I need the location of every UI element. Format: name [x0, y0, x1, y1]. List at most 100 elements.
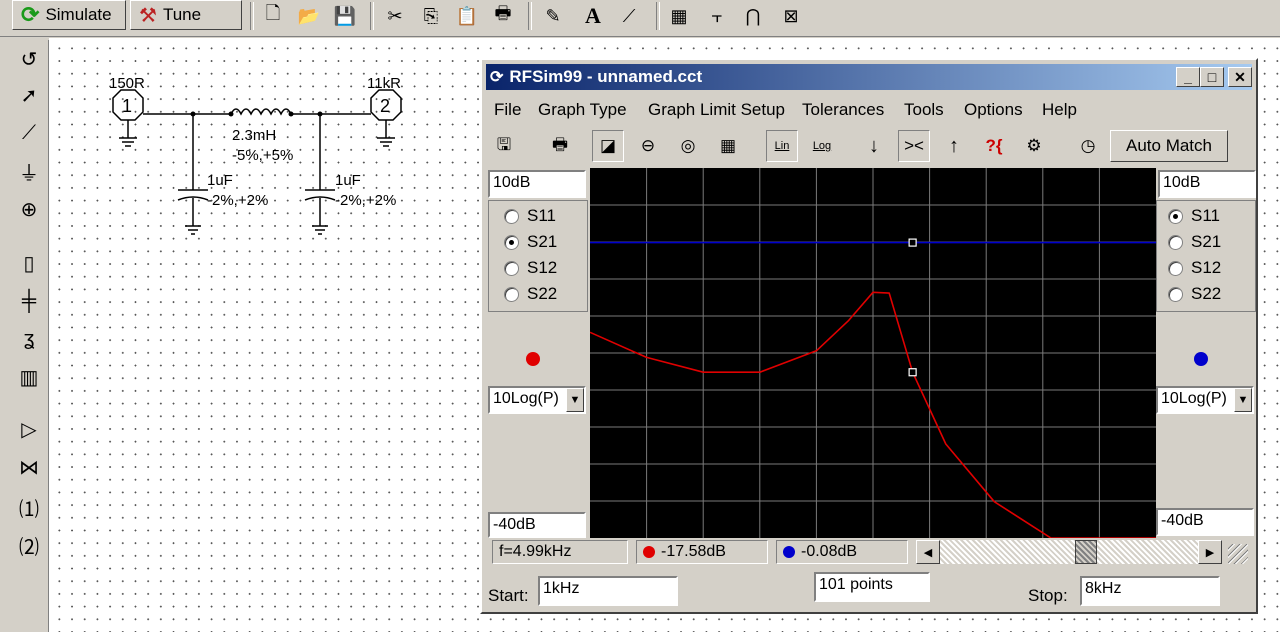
scroll-thumb[interactable]	[1074, 540, 1097, 564]
paste-icon[interactable]: 📋	[454, 4, 480, 28]
left-top-limit-field[interactable]: 10dB	[488, 170, 586, 198]
inductor-tolerance: -5%,+5%	[232, 147, 294, 164]
radio-label: S22	[1191, 284, 1222, 303]
start-frequency-field[interactable]: 1kHz	[538, 576, 678, 606]
open-folder-icon[interactable]: 📂	[296, 4, 322, 28]
marker-s21[interactable]	[908, 368, 917, 377]
print-graph-icon[interactable]: 🖶	[544, 130, 576, 162]
capacitor2-value: 1uF	[335, 172, 361, 189]
simulate-button[interactable]: ⟳ Simulate	[12, 0, 126, 30]
left-radio-s22[interactable]: S22	[504, 284, 557, 304]
wire-icon[interactable]: ⟋	[14, 118, 44, 148]
stop-label: Stop:	[1028, 586, 1068, 605]
main-toolbar: ⟳ Simulate ⚒ Tune 🗋 📂 💾 ✂ ⎘ 📋 🖶 ✎ A ⟋ ▦ …	[0, 0, 1280, 37]
right-radio-s22[interactable]: S22	[1168, 284, 1221, 304]
left-radio-s12[interactable]: S12	[504, 258, 557, 278]
auto-match-button[interactable]: Auto Match	[1110, 130, 1228, 162]
radio-indicator	[504, 234, 519, 250]
rectangular-graph-icon[interactable]: ◪	[592, 130, 624, 162]
port1-number: 1	[122, 96, 133, 116]
rfsim-window: ⟳ RFSim99 - unnamed.cct _ □ ✕ File Graph…	[480, 58, 1258, 614]
menu-graph-limit-setup[interactable]: Graph Limit Setup	[648, 100, 785, 120]
table-view-icon[interactable]: ▦	[712, 130, 744, 162]
pointer-icon[interactable]: ➚	[14, 80, 44, 110]
frequency-scrollbar[interactable]: ◀ ▶	[916, 540, 1222, 564]
right-bottom-limit-field[interactable]: -40dB	[1156, 508, 1254, 536]
stop-frequency-field[interactable]: 8kHz	[1080, 576, 1220, 606]
filter-icon[interactable]: ⫟	[704, 4, 730, 28]
copy-icon[interactable]: ⎘	[418, 4, 444, 28]
line-draw-icon[interactable]: ⟋	[616, 4, 642, 28]
pen-icon[interactable]: ✎	[540, 4, 566, 28]
port1-icon[interactable]: ⑴	[14, 492, 44, 522]
close-button[interactable]: ✕	[1228, 67, 1252, 87]
text-icon[interactable]: A	[580, 3, 606, 28]
maximize-button[interactable]: □	[1200, 67, 1224, 87]
export-icon[interactable]: 🖫	[488, 130, 520, 162]
blue-trace-value: -0.08dB	[801, 543, 858, 560]
right-trace-color-dot	[1194, 352, 1208, 366]
red-dot-icon	[643, 546, 655, 558]
rotate-icon[interactable]: ↺	[14, 44, 44, 74]
right-radio-s11[interactable]: S11	[1168, 206, 1220, 226]
radio-indicator	[504, 260, 519, 276]
window-titlebar[interactable]: ⟳ RFSim99 - unnamed.cct _ □ ✕	[486, 64, 1252, 90]
help-context-icon[interactable]: ?{	[978, 130, 1010, 162]
menu-tools[interactable]: Tools	[904, 100, 944, 120]
resize-grip-icon[interactable]	[1228, 544, 1248, 564]
menu-file[interactable]: File	[494, 100, 521, 120]
sparameter-graph[interactable]	[590, 168, 1156, 538]
radio-indicator	[1168, 234, 1183, 250]
log-scale-button[interactable]: Log	[806, 130, 838, 162]
save-icon[interactable]: 💾	[332, 4, 358, 28]
scroll-right-arrow-icon[interactable]: ▶	[1198, 540, 1222, 564]
frequency-value: f=4.99kHz	[499, 543, 572, 560]
calculator-icon[interactable]: ▦	[666, 4, 692, 28]
left-bottom-limit-field[interactable]: -40dB	[488, 512, 586, 538]
toolbar-separator	[250, 2, 254, 30]
red-trace-value: -17.58dB	[661, 543, 726, 560]
menu-options[interactable]: Options	[964, 100, 1023, 120]
cut-icon[interactable]: ✂	[382, 4, 408, 28]
menu-graph-type[interactable]: Graph Type	[538, 100, 627, 120]
capacitor1-tolerance: -2%,+2%	[207, 192, 269, 209]
right-radio-s12[interactable]: S12	[1168, 258, 1221, 278]
attenuator-icon[interactable]: ⊠	[778, 4, 804, 28]
port2-icon[interactable]: ⑵	[14, 530, 44, 560]
lin-scale-button[interactable]: Lin	[766, 130, 798, 162]
marker-center-icon[interactable]: ><	[898, 130, 930, 162]
smith-chart-icon[interactable]: ⊖	[632, 130, 664, 162]
left-radio-s21[interactable]: S21	[504, 232, 557, 252]
transformer-icon[interactable]: ⋈	[14, 452, 44, 482]
scroll-left-arrow-icon[interactable]: ◀	[916, 540, 940, 564]
inductor-icon[interactable]: ʓ	[14, 324, 44, 354]
right-scale-dropdown-icon[interactable]: ▼	[1234, 388, 1252, 412]
new-file-icon[interactable]: 🗋	[260, 3, 286, 28]
marker-s11[interactable]	[908, 238, 917, 247]
tune-button[interactable]: ⚒ Tune	[130, 0, 242, 30]
left-scale-dropdown-icon[interactable]: ▼	[566, 388, 584, 412]
amplifier-icon[interactable]: ▷	[14, 414, 44, 444]
radio-label: S11	[527, 206, 556, 225]
tune-knob-icon[interactable]: ◷	[1072, 130, 1104, 162]
menu-help[interactable]: Help	[1042, 100, 1077, 120]
up-arrow-icon[interactable]: ↑	[938, 130, 970, 162]
component-list-icon[interactable]: ⚙	[1018, 130, 1050, 162]
ground-icon[interactable]: ⏚	[14, 156, 44, 186]
print-icon[interactable]: 🖶	[490, 3, 516, 28]
minimize-button[interactable]: _	[1176, 67, 1200, 87]
resistor-icon[interactable]: ▯	[14, 248, 44, 278]
capacitor-icon[interactable]: ╪	[14, 286, 44, 316]
down-arrow-icon[interactable]: ↓	[858, 130, 890, 162]
network-icon[interactable]: ⋂	[740, 4, 766, 28]
crystal-icon[interactable]: ▥	[14, 362, 44, 392]
radio-label: S11	[1191, 206, 1220, 225]
menu-tolerances[interactable]: Tolerances	[802, 100, 884, 120]
right-radio-s21[interactable]: S21	[1168, 232, 1221, 252]
source-icon[interactable]: ⊕	[14, 194, 44, 224]
left-trace-color-dot	[526, 352, 540, 366]
left-radio-s11[interactable]: S11	[504, 206, 556, 226]
points-field[interactable]: 101 points	[814, 572, 930, 602]
right-top-limit-field[interactable]: 10dB	[1158, 170, 1256, 198]
polar-chart-icon[interactable]: ◎	[672, 130, 704, 162]
